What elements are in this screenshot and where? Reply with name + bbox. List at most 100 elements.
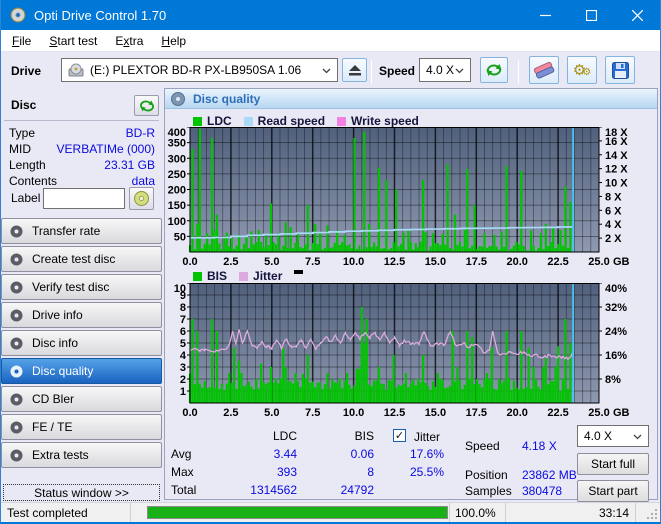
disc-quality-panel: Disc quality LDC Read speed Write speed … [164,88,658,502]
close-button[interactable] [614,0,660,30]
statusbar-filler [636,503,660,522]
disc-icon [134,191,149,206]
speed-value: 4.0 X [426,63,455,77]
maximize-button[interactable] [568,0,614,30]
avg-ldc: 3.44 [273,447,297,461]
svg-text:20.0: 20.0 [506,407,527,419]
svg-text:15.0: 15.0 [425,256,446,268]
read-speed-legend-swatch [243,116,253,126]
sidebar-item-disc-quality[interactable]: Disc quality [1,358,162,384]
jitter-legend-label: Jitter [253,269,283,283]
menu-extra[interactable]: Extra [106,31,152,51]
disc-contents-row: Contents data [9,174,155,188]
svg-text:3: 3 [180,362,186,374]
sidebar-item-cd-bler[interactable]: CD Bler [1,386,162,412]
panel-header: Disc quality [165,89,657,109]
gears-icon: ⚙⚙ [572,61,592,79]
speed-label: Speed [379,64,416,78]
svg-text:22.5: 22.5 [547,407,568,419]
disc-contents-value: data [131,174,155,188]
disc-icon [10,281,23,293]
label-input[interactable] [43,188,125,209]
disc-panel-title: Disc [11,98,37,112]
drive-label: Drive [11,64,42,78]
row-total-label: Total [171,483,197,497]
menu-file[interactable]: File [3,31,40,51]
svg-text:250: 250 [168,169,186,181]
disc-refresh-button[interactable] [134,95,159,116]
samples-stat-value: 380478 [522,484,563,498]
minimize-button[interactable] [522,0,568,30]
sidebar-item-label: Extra tests [32,448,89,462]
svg-text:10 X: 10 X [605,178,628,190]
app-disc-icon [10,7,26,23]
progress-fill [148,507,447,518]
sidebar-item-label: Transfer rate [32,224,101,238]
svg-text:350: 350 [168,138,186,150]
sidebar-item-disc-info[interactable]: Disc info [1,330,162,356]
svg-text:25.0: 25.0 [588,407,609,419]
svg-text:20.0: 20.0 [506,256,527,268]
jitter-checkbox[interactable]: ✓ [393,429,406,442]
svg-text:25.0: 25.0 [588,256,609,268]
sidebar-item-transfer-rate[interactable]: Transfer rate [1,218,162,244]
label-field-label: Label [11,191,41,205]
drive-value: (E:) PLEXTOR BD-R PX-LB950SA 1.06 [90,63,302,77]
settings-button[interactable]: ⚙⚙ [567,56,597,84]
speed-select[interactable]: 4.0 X [419,58,471,82]
svg-text:4 X: 4 X [605,219,622,231]
svg-text:16%: 16% [605,350,627,362]
max-jitter: 25.5% [409,465,444,479]
erase-button[interactable] [529,56,559,84]
eraser-icon [533,61,555,79]
test-speed-select[interactable]: 4.0 X [577,425,649,447]
ldc-legend-swatch [193,116,202,126]
bis-jitter-chart: 123456789108%16%24%32%40%0.0 2.5 5.0 7.5 10.… [174,283,630,419]
col-jitter: Jitter [414,430,441,444]
disc-label-button[interactable] [129,187,154,210]
max-ldc: 393 [276,465,297,479]
save-button[interactable] [605,56,635,84]
speed-stat-value: 4.18 X [522,439,557,453]
titlebar: Opti Drive Control 1.70 [1,0,660,30]
statusbar: Test completed 100.0% 33:14 [1,502,660,522]
sidebar-item-create-test-disc[interactable]: Create test disc [1,246,162,272]
sidebar-item-label: Create test disc [32,252,116,266]
disc-icon [10,365,23,377]
status-window-button[interactable]: Status window >> [3,484,160,501]
svg-text:24%: 24% [605,326,627,338]
sidebar-item-fe-te[interactable]: FE / TE [1,414,162,440]
write-speed-legend-label: Write speed [351,114,419,128]
start-full-button[interactable]: Start full [577,453,649,475]
chart1-legend: LDC Read speed Write speed [193,114,426,128]
resize-grip[interactable] [646,508,658,520]
svg-text:GB: GB [613,256,630,268]
svg-text:100: 100 [168,216,186,228]
disc-icon [10,421,23,433]
disc-icon [171,91,185,106]
disc-mid-row: MID VERBATIMe (000) [9,142,155,156]
disc-type-value: BD-R [125,126,155,140]
total-bis: 24792 [340,483,374,497]
svg-text:400: 400 [168,127,186,139]
sidebar-item-drive-info[interactable]: Drive info [1,302,162,328]
sidebar-item-extra-tests[interactable]: Extra tests [1,442,162,468]
svg-text:GB: GB [613,407,630,419]
menu-start-test[interactable]: Start test [40,31,106,51]
svg-text:17.5: 17.5 [466,256,487,268]
refresh-button[interactable] [480,57,508,83]
drive-select[interactable]: (E:) PLEXTOR BD-R PX-LB950SA 1.06 [61,58,338,82]
legend-marker [294,270,304,274]
svg-text:17.5: 17.5 [466,407,487,419]
disc-icon [10,337,23,349]
svg-text:14 X: 14 X [605,150,628,162]
panel-title: Disc quality [193,91,261,106]
start-part-button[interactable]: Start part [577,480,649,502]
menu-help[interactable]: Help [152,31,195,51]
sidebar-item-verify-test-disc[interactable]: Verify test disc [1,274,162,300]
svg-text:12.5: 12.5 [384,407,405,419]
eject-button[interactable] [342,58,367,82]
col-ldc: LDC [272,429,297,443]
disc-mid-value: VERBATIMe (000) [56,142,155,156]
speed-stat-label: Speed [465,439,500,453]
